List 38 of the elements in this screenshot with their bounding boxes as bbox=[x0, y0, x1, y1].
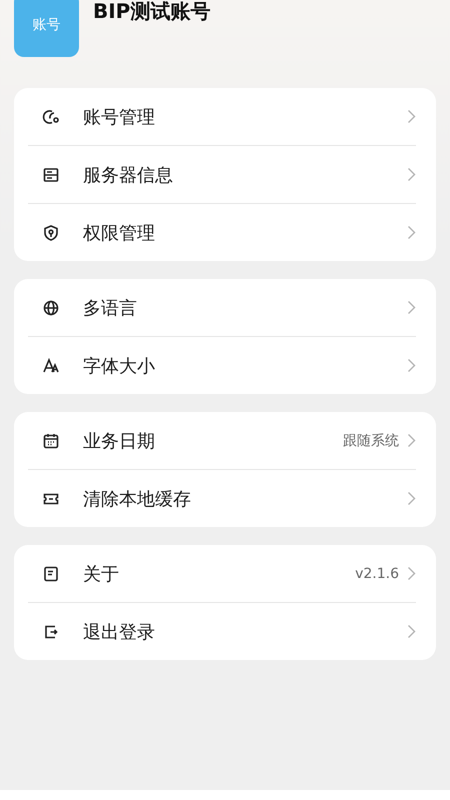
settings-row[interactable]: 关于 v2.1.6 bbox=[28, 545, 416, 602]
chevron-right-icon bbox=[407, 566, 416, 581]
crescent-icon bbox=[42, 108, 60, 126]
row-label: 服务器信息 bbox=[83, 164, 174, 186]
settings-row[interactable]: 账号管理 bbox=[28, 88, 416, 145]
font-size-icon bbox=[42, 356, 60, 374]
row-label: 多语言 bbox=[83, 296, 138, 320]
calendar-icon bbox=[42, 432, 60, 450]
shield-icon bbox=[42, 224, 60, 242]
document-icon bbox=[42, 564, 60, 582]
settings-row[interactable]: 业务日期 跟随系统 bbox=[28, 412, 416, 469]
chevron-right-icon bbox=[407, 109, 416, 124]
chevron-right-icon bbox=[407, 433, 416, 448]
chevron-right-icon bbox=[407, 491, 416, 506]
settings-row[interactable]: 权限管理 bbox=[28, 203, 416, 261]
chevron-right-icon bbox=[407, 300, 416, 315]
settings-row[interactable]: 多语言 bbox=[28, 279, 416, 336]
row-label: 业务日期 bbox=[83, 430, 156, 452]
row-label: 权限管理 bbox=[83, 222, 156, 244]
row-label: 字体大小 bbox=[83, 354, 156, 378]
logout-icon bbox=[42, 622, 60, 640]
settings-row[interactable]: 字体大小 bbox=[28, 336, 416, 394]
server-icon bbox=[42, 166, 60, 184]
row-label: 关于 bbox=[83, 562, 120, 586]
globe-icon bbox=[42, 298, 60, 316]
row-label: 账号管理 bbox=[83, 106, 156, 128]
settings-row[interactable]: 退出登录 bbox=[28, 602, 416, 660]
chevron-right-icon bbox=[407, 358, 416, 373]
chevron-right-icon bbox=[407, 225, 416, 240]
account-name: BIP测试账号 bbox=[93, 0, 210, 25]
settings-row[interactable]: 清除本地缓存 bbox=[28, 469, 416, 527]
row-label: 退出登录 bbox=[83, 620, 156, 644]
chevron-right-icon bbox=[407, 624, 416, 639]
chevron-right-icon bbox=[407, 167, 416, 182]
row-value: v2.1.6 bbox=[355, 566, 399, 582]
row-value: 跟随系统 bbox=[343, 432, 399, 450]
settings-row[interactable]: 服务器信息 bbox=[28, 145, 416, 203]
row-label: 清除本地缓存 bbox=[83, 488, 192, 510]
